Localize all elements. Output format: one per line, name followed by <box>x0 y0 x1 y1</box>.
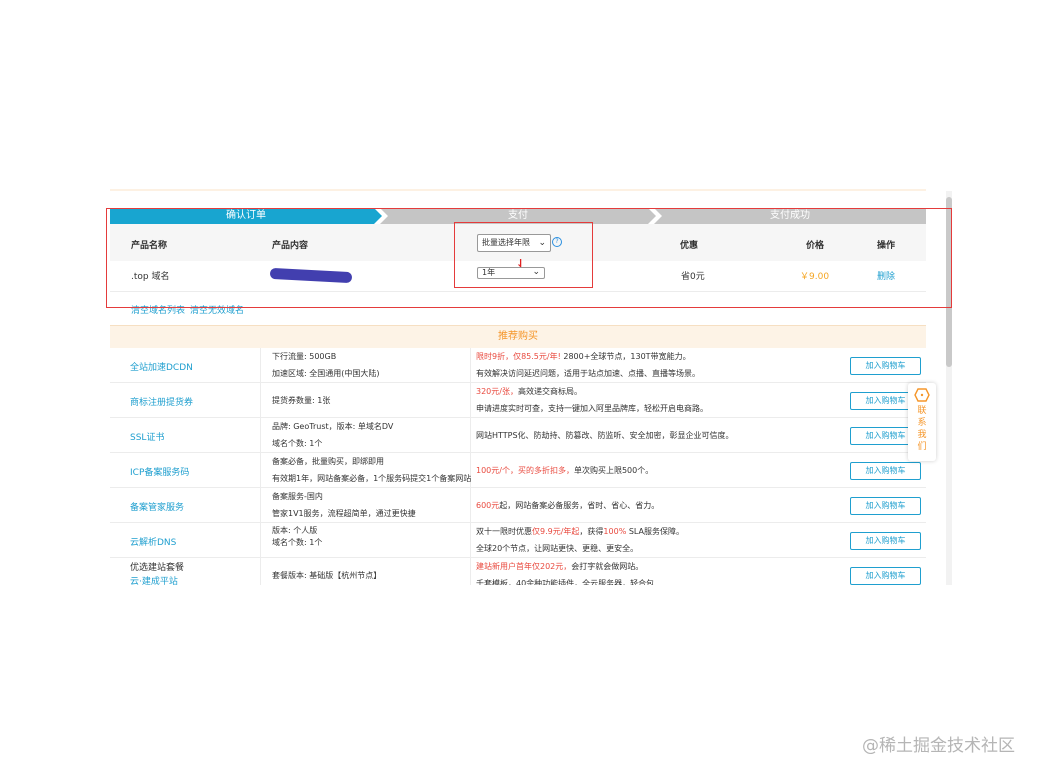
item-spec: 提货券数量: 1张 <box>272 396 331 405</box>
table-row: 全站加速DCDN 下行流量: 500GB 加速区域: 全国通用(中国大陆) 限时9… <box>110 348 926 383</box>
table-row: 备案管家服务 备案服务-国内 管家1V1服务，流程超简单，通过更快捷 600元起，… <box>110 488 926 523</box>
table-row: SSL证书 品牌: GeoTrust，版本: 单域名DV 域名个数: 1个 网站H… <box>110 418 926 453</box>
item-spec: 品牌: GeoTrust，版本: 单域名DV 域名个数: 1个 <box>272 422 394 448</box>
recommend-header: 推荐购买 <box>110 325 926 348</box>
item-spec: 套餐版本: 基础版【杭州节点】 <box>272 571 382 580</box>
item-spec: 备案服务-国内 管家1V1服务，流程超简单，通过更快捷 <box>272 492 416 518</box>
highlight-box-year-select <box>454 222 593 288</box>
add-to-cart-button[interactable]: 加入购物车 <box>850 497 921 515</box>
item-name-secondary[interactable]: 云·建成平站 <box>130 574 178 585</box>
table-row: 云解析DNS 版本: 个人版 域名个数: 1个 双十一限时优惠仅9.9元/年起，获… <box>110 523 926 558</box>
add-to-cart-button[interactable]: 加入购物车 <box>850 567 921 585</box>
item-desc: 600元起，网站备案必备服务，省时、省心、省力。 <box>476 501 660 510</box>
add-to-cart-button[interactable]: 加入购物车 <box>850 462 921 480</box>
item-desc: 限时9折，仅85.5元/年! 2800+全球节点，130T带宽能力。 有效解决访… <box>476 352 700 378</box>
item-desc: 网站HTTPS化、防劫持、防篡改、防监听、安全加密，彰显企业可信度。 <box>476 431 734 440</box>
top-stripe <box>110 189 926 191</box>
item-desc: 双十一限时优惠仅9.9元/年起，获得100% SLA服务保障。 全球20个节点，… <box>476 527 685 553</box>
item-name[interactable]: ICP备案服务码 <box>130 465 189 478</box>
add-to-cart-button[interactable]: 加入购物车 <box>850 532 921 550</box>
item-name[interactable]: 商标注册提货券 <box>130 395 193 408</box>
table-row: 商标注册提货券 提货券数量: 1张 320元/张，高效递交商标局。 申请进度实时… <box>110 383 926 418</box>
item-spec: 下行流量: 500GB 加速区域: 全国通用(中国大陆) <box>272 352 380 378</box>
item-name[interactable]: 全站加速DCDN <box>130 360 193 373</box>
item-spec: 版本: 个人版 域名个数: 1个 <box>272 526 323 547</box>
item-desc: 320元/张，高效递交商标局。 申请进度实时可查，支持一键加入阿里品牌库，轻松开… <box>476 387 708 413</box>
item-desc: 建站新用户首年仅202元，会打字就会做网站。 千套模板，40余种功能插件，全云服… <box>476 562 655 585</box>
hexagon-icon <box>914 388 930 402</box>
item-name[interactable]: 优选建站套餐 <box>130 560 184 573</box>
contact-us-widget[interactable]: 联系我们 <box>908 383 936 461</box>
table-row: ICP备案服务码 备案必备，批量购买，即绑即用 有效期1年，网站备案必备，1个服务… <box>110 453 926 488</box>
item-spec: 备案必备，批量购买，即绑即用 有效期1年，网站备案必备，1个服务码提交1个备案网站 <box>272 457 472 483</box>
add-to-cart-button[interactable]: 加入购物车 <box>850 357 921 375</box>
item-name[interactable]: SSL证书 <box>130 430 164 443</box>
table-row: 优选建站套餐 云·建成平站 套餐版本: 基础版【杭州节点】 建站新用户首年仅20… <box>110 558 926 585</box>
item-desc: 100元/个，买的多折扣多，单次购买上限500个。 <box>476 466 654 475</box>
watermark: @稀土掘金技术社区 <box>862 736 1015 756</box>
item-name[interactable]: 备案管家服务 <box>130 500 184 513</box>
order-page: 确认订单 支付 支付成功 产品名称 产品内容 批量选择年限 ⌄ ? 优惠 价格 … <box>106 183 952 585</box>
contact-us-label: 联系我们 <box>917 406 927 452</box>
item-name[interactable]: 云解析DNS <box>130 535 176 548</box>
